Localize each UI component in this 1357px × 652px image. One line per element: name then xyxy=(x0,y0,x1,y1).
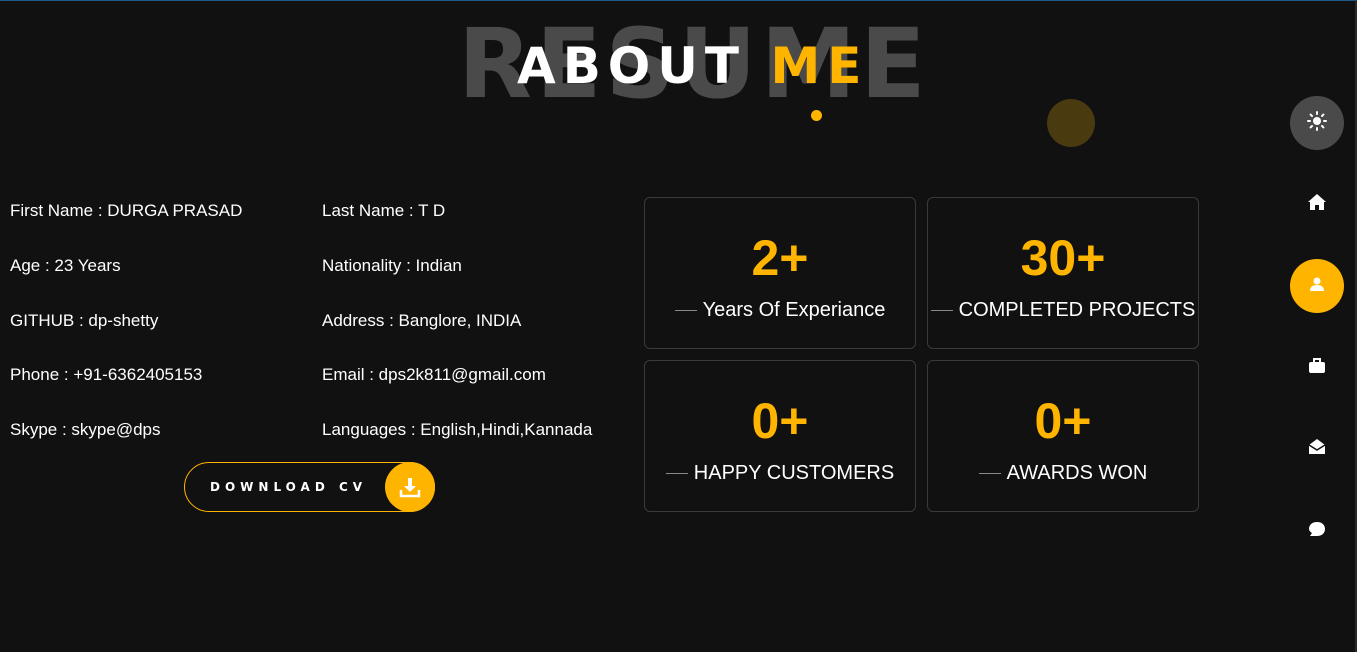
page-title: ABOUT ME xyxy=(517,36,868,96)
download-cv-button[interactable]: DOWNLOAD CV xyxy=(184,462,435,512)
stat-value: 30+ xyxy=(1020,230,1106,286)
nav-portfolio[interactable] xyxy=(1290,341,1344,395)
nav-home[interactable] xyxy=(1290,177,1344,231)
address-text: Address : Banglore, INDIA xyxy=(322,311,522,330)
stat-value: 0+ xyxy=(751,393,809,449)
stat-label: Years Of Experiance xyxy=(645,298,915,322)
nav-blog[interactable] xyxy=(1290,504,1344,558)
user-icon xyxy=(1308,275,1326,297)
envelope-open-icon xyxy=(1308,438,1326,460)
skype-text: Skype : skype@dps xyxy=(10,420,161,439)
sun-icon xyxy=(1307,111,1327,135)
title-main: ABOUT xyxy=(517,37,771,95)
briefcase-icon xyxy=(1308,357,1326,379)
stat-card-experience: 2+ Years Of Experiance xyxy=(644,197,916,349)
stat-label: COMPLETED PROJECTS xyxy=(928,298,1198,322)
last-name-text: Last Name : T D xyxy=(322,201,446,220)
stat-label: HAPPY CUSTOMERS xyxy=(645,461,915,485)
stat-card-customers: 0+ HAPPY CUSTOMERS xyxy=(644,360,916,512)
github-text: GITHUB : dp-shetty xyxy=(10,311,159,330)
section-heading: RESUME ABOUT ME xyxy=(0,1,1345,141)
nationality-text: Nationality : Indian xyxy=(322,256,462,275)
first-name-text: First Name : DURGA PRASAD xyxy=(10,201,243,220)
stat-card-projects: 30+ COMPLETED PROJECTS xyxy=(927,197,1199,349)
nav-about[interactable] xyxy=(1290,259,1344,313)
title-dot xyxy=(811,110,822,121)
comment-icon xyxy=(1308,520,1326,542)
title-accent: ME xyxy=(770,37,869,95)
phone-text: Phone : +91-6362405153 xyxy=(10,365,203,384)
age-text: Age : 23 Years xyxy=(10,256,121,275)
home-icon xyxy=(1307,193,1327,215)
stat-card-awards: 0+ AWARDS WON xyxy=(927,360,1199,512)
theme-toggle-button[interactable] xyxy=(1290,96,1344,150)
email-text: Email : dps2k811@gmail.com xyxy=(322,365,546,384)
stat-value: 2+ xyxy=(751,230,809,286)
languages-text: Languages : English,Hindi,Kannada xyxy=(322,420,593,439)
download-cv-label: DOWNLOAD CV xyxy=(210,480,368,494)
decorative-circle xyxy=(1047,99,1095,147)
stat-label: AWARDS WON xyxy=(928,461,1198,485)
nav-contact[interactable] xyxy=(1290,422,1344,476)
stat-value: 0+ xyxy=(1034,393,1092,449)
download-icon[interactable] xyxy=(385,462,435,512)
